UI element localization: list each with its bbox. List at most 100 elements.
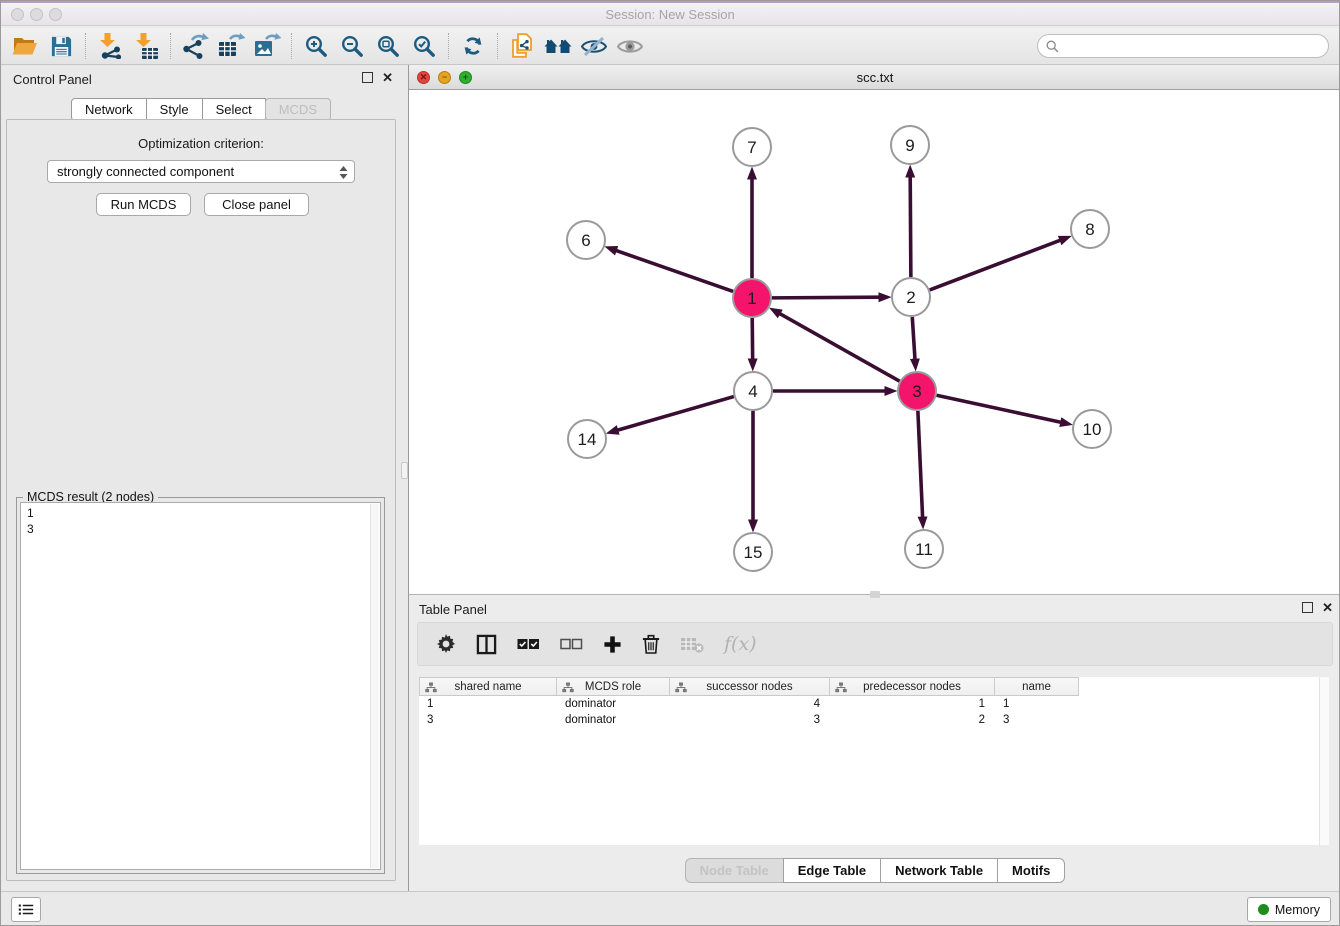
table-body: 1dominator4113dominator323 [419,696,1329,728]
optimization-criterion-select[interactable]: strongly connected component [47,160,355,183]
export-image-icon[interactable] [249,30,285,62]
graph-edge-4-14[interactable] [618,397,734,431]
cell-predecessor-nodes[interactable]: 1 [830,696,995,712]
network-window-title: scc.txt [409,70,1340,85]
column-header-successor-nodes[interactable]: successor nodes [670,677,830,696]
import-table-icon[interactable] [128,30,164,62]
run-mcds-button[interactable]: Run MCDS [96,193,191,216]
graph-edge-2-3[interactable] [912,317,915,359]
graph-node-11[interactable] [905,530,943,568]
column-type-icon [425,682,437,693]
mcds-result-textarea[interactable]: 13 [20,502,381,870]
float-panel-icon[interactable] [362,72,373,83]
tab-style[interactable]: Style [146,98,203,121]
network-window-titlebar[interactable]: ✕ − + scc.txt [409,65,1340,90]
home-view-icon[interactable] [540,30,576,62]
table-scrollbar[interactable] [1319,677,1329,845]
cell-name[interactable]: 3 [995,712,1079,728]
tab-mcds[interactable]: MCDS [265,98,331,121]
graph-edge-3-10[interactable] [937,395,1061,422]
save-session-icon[interactable] [43,30,79,62]
select-all-columns-icon[interactable] [517,637,540,651]
graph-node-14[interactable] [568,420,606,458]
graph-node-7[interactable] [733,128,771,166]
open-network-document-icon[interactable] [504,30,540,62]
column-header-mcds-role[interactable]: MCDS role [557,677,670,696]
cell-successor-nodes[interactable]: 3 [670,712,830,728]
export-table-icon[interactable] [213,30,249,62]
app-window: Session: New Session [0,0,1340,926]
zoom-fit-icon[interactable] [370,30,406,62]
float-table-panel-icon[interactable] [1302,602,1313,613]
graph-edge-1-2[interactable] [772,297,879,298]
status-bar: Memory [1,891,1339,926]
table-row[interactable]: 3dominator323 [419,712,1329,728]
graph-edge-3-11[interactable] [918,411,923,517]
gear-icon[interactable] [436,634,456,654]
tab-motifs[interactable]: Motifs [997,858,1065,883]
app-titlebar: Session: New Session [1,1,1339,26]
column-header-predecessor-nodes[interactable]: predecessor nodes [830,677,995,696]
graph-node-3[interactable] [898,372,936,410]
cell-successor-nodes[interactable]: 4 [670,696,830,712]
close-table-panel-icon[interactable]: ✕ [1322,602,1333,613]
zoom-in-icon[interactable] [298,30,334,62]
tab-node-table[interactable]: Node Table [685,858,784,883]
tab-network-table[interactable]: Network Table [880,858,998,883]
show-graphics-details-icon[interactable] [612,30,648,62]
add-column-icon[interactable] [603,635,622,654]
hide-graphics-details-icon[interactable] [576,30,612,62]
panel-list-icon[interactable] [11,897,41,922]
memory-label: Memory [1275,903,1320,917]
graph-edge-3-1[interactable] [780,314,900,381]
search-input[interactable] [1064,38,1320,54]
tab-edge-table[interactable]: Edge Table [783,858,881,883]
zoom-out-icon[interactable] [334,30,370,62]
graph-node-4[interactable] [734,372,772,410]
delete-columns-icon[interactable] [642,633,660,655]
tab-network[interactable]: Network [71,98,147,121]
graph-edge-2-8[interactable] [930,240,1060,290]
search-field[interactable] [1037,34,1329,58]
cell-predecessor-nodes[interactable]: 2 [830,712,995,728]
table-row[interactable]: 1dominator411 [419,696,1329,712]
graph-node-6[interactable] [567,221,605,259]
delete-table-icon [680,635,704,653]
import-network-icon[interactable] [92,30,128,62]
column-layout-icon[interactable] [476,634,497,655]
optimization-criterion-label: Optimization criterion: [7,136,395,151]
close-panel-icon[interactable]: ✕ [382,72,393,83]
zoom-selected-icon[interactable] [406,30,442,62]
cell-name[interactable]: 1 [995,696,1079,712]
unselect-all-columns-icon[interactable] [560,637,583,651]
mcds-result-lines: 13 [21,503,380,539]
memory-button[interactable]: Memory [1247,897,1331,922]
column-header-name[interactable]: name [995,677,1079,696]
close-panel-button[interactable]: Close panel [204,193,309,216]
graph-node-9[interactable] [891,126,929,164]
graph-node-10[interactable] [1073,410,1111,448]
control-panel-tabs: NetworkStyleSelectMCDS [1,98,401,121]
cell-mcds-role[interactable]: dominator [557,712,670,728]
column-header-shared-name[interactable]: shared name [419,677,557,696]
graph-node-2[interactable] [892,278,930,316]
horizontal-splitter-grip[interactable] [870,591,880,598]
cell-shared-name[interactable]: 3 [419,712,557,728]
result-scrollbar[interactable] [370,504,379,868]
graph-edge-1-6[interactable] [616,251,733,292]
cell-mcds-role[interactable]: dominator [557,696,670,712]
graph-node-15[interactable] [734,533,772,571]
panel-splitter[interactable] [401,65,408,891]
network-graph: 7968124314101511 [409,90,1340,594]
splitter-grip[interactable] [401,462,408,479]
result-line: 1 [27,505,374,521]
graph-node-1[interactable] [733,279,771,317]
refresh-view-icon[interactable] [455,30,491,62]
graph-node-8[interactable] [1071,210,1109,248]
export-network-icon[interactable] [177,30,213,62]
open-session-icon[interactable] [7,30,43,62]
tab-select[interactable]: Select [202,98,266,121]
graph-edge-2-9[interactable] [910,177,911,277]
cell-shared-name[interactable]: 1 [419,696,557,712]
network-canvas[interactable]: 7968124314101511 [409,90,1340,594]
